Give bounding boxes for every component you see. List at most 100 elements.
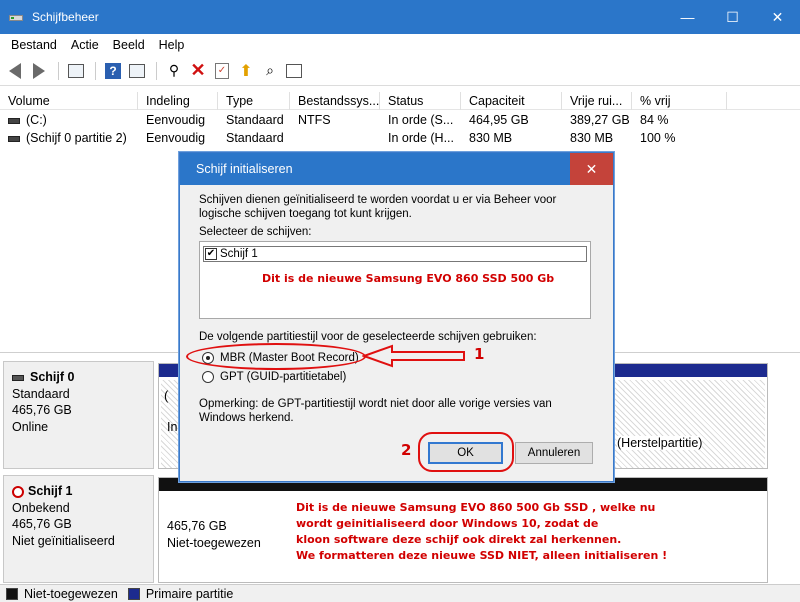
column-percent-vrij[interactable]: % vrij [632,92,727,110]
annotation-line: We formatteren deze nieuwe SSD NIET, all… [296,549,668,562]
table-row[interactable]: (Schijf 0 partitie 2) Eenvoudig Standaar… [0,129,800,147]
cell-capaciteit: 464,95 GB [469,113,529,127]
legend-swatch-primary [127,587,140,600]
annotation-line: kloon software deze schijf ook direkt za… [296,533,622,546]
disk-size: 465,76 GB [12,517,72,531]
cancel-button[interactable]: Annuleren [515,442,593,464]
menu-bar: Bestand Actie Beeld Help [0,34,800,56]
partition-label: ( [164,388,169,403]
annotation-bottom-note: Dit is de nieuwe Samsung EVO 860 500 Gb … [296,500,667,564]
cell-capaciteit: 830 MB [469,131,513,145]
annotation-line: Dit is de nieuwe Samsung EVO 860 500 Gb … [296,501,656,514]
disk-list-item[interactable]: ✔ Schijf 1 [203,246,587,262]
help-icon[interactable]: ? [102,60,124,82]
cell-bestandssysteem [290,129,298,147]
table-row[interactable]: (C:) Eenvoudig Standaard NTFS In orde (S… [0,111,800,129]
cell-type: Standaard [226,131,284,145]
toolbar-separator [95,61,96,80]
legend-bar: Niet-toegewezen Primaire partitie [0,584,800,602]
maximize-button[interactable]: ☐ [710,0,755,34]
check-icon[interactable]: ✓ [211,60,233,82]
gpt-note: Opmerking: de GPT-partitiestijl wordt ni… [199,398,552,424]
unallocated-region[interactable]: 465,76 GB Niet-toegewezen [167,518,261,552]
partition-label: In [167,420,178,434]
cell-vrije-ruimte: 830 MB [570,131,614,145]
column-volume[interactable]: Volume [0,92,138,110]
cell-status: In orde (H... [388,131,454,145]
volume-icon [8,135,20,142]
cell-volume: (C:) [26,113,47,127]
disk-1-label[interactable]: Schijf 1 Onbekend 465,76 GB Niet geïniti… [3,475,154,583]
disk-type: Onbekend [12,500,70,515]
cell-percent-vrij: 100 % [640,131,676,145]
up-icon[interactable]: ⬆ [235,60,257,82]
list-icon[interactable] [283,60,305,82]
disk-name: Schijf 0 [30,370,75,384]
disk-size: 465,76 GB [12,403,72,417]
title-bar: Schijfbeheer — ☐ ✕ [0,0,800,34]
disk-type: Standaard [12,386,70,401]
annotation-marker-1: 1 [474,345,485,363]
disk-0-label[interactable]: Schijf 0 Standaard 465,76 GB Online [3,361,154,469]
disk-checkbox[interactable]: ✔ [205,248,217,260]
view-icon[interactable] [126,60,148,82]
disk-management-icon [8,9,24,25]
window-title: Schijfbeheer [32,10,99,24]
properties-icon[interactable] [65,60,87,82]
toolbar-separator [156,61,157,80]
volume-list-header: Volume Indeling Type Bestandssys... Stat… [0,92,800,110]
select-disks-label: Selecteer de schijven: [199,226,312,238]
minimize-button[interactable]: — [665,0,710,34]
close-button[interactable]: ✕ [755,0,800,34]
dialog-close-button[interactable]: ✕ [570,153,613,185]
disk-listbox[interactable]: ✔ Schijf 1 Dit is de nieuwe Samsung EVO … [199,241,591,319]
back-icon[interactable] [4,60,26,82]
column-indeling[interactable]: Indeling [138,92,218,110]
radio-gpt[interactable]: GPT (GUID-partitietabel) [202,371,346,383]
annotation-ellipse-mbr [186,343,366,370]
legend-primary: Primaire partitie [145,586,234,601]
connect-icon[interactable]: ⚲ [163,60,185,82]
search-icon[interactable]: ⌕ [259,60,281,82]
annotation-ellipse-ok [418,432,514,472]
disk-name: Schijf 1 [28,484,73,498]
dialog-title: Schijf initialiseren [196,162,293,176]
volume-icon [8,117,20,124]
partition-label: (Herstelpartitie) [617,436,703,450]
unallocated-label: Niet-toegewezen [167,536,261,550]
initialize-disk-dialog: Schijf initialiseren ✕ Schijven dienen g… [179,152,614,482]
cell-status: In orde (S... [388,113,454,127]
legend-swatch-unallocated [6,587,18,600]
dialog-title-bar: Schijf initialiseren [180,153,613,185]
menu-bestand[interactable]: Bestand [4,38,64,52]
forward-icon[interactable] [28,60,50,82]
menu-actie[interactable]: Actie [64,38,106,52]
column-vrije-ruimte[interactable]: Vrije rui... [562,92,632,110]
annotation-line: wordt geinitialiseerd door Windows 10, z… [296,517,599,530]
menu-beeld[interactable]: Beeld [106,38,152,52]
dialog-intro: Schijven dienen geïnitialiseerd te worde… [199,194,557,220]
radio-gpt-label: GPT (GUID-partitietabel) [220,371,347,383]
disk-error-icon [12,485,24,498]
delete-icon[interactable]: ✕ [187,60,209,82]
cell-indeling: Eenvoudig [146,131,206,145]
disk-status: Niet geïnitialiseerd [12,533,115,548]
partition-style-label: De volgende partitiestijl voor de gesele… [199,331,537,343]
annotation-marker-2: 2 [401,441,412,459]
toolbar-separator [58,61,59,80]
disk-icon [12,374,24,381]
disk-status: Online [12,419,49,434]
annotation-arrow [362,344,465,368]
column-status[interactable]: Status [380,92,461,110]
disk-item-label: Schijf 1 [220,248,258,260]
partition-recovery[interactable]: (Herstelpartitie) [611,380,765,468]
cell-type: Standaard [226,113,284,127]
column-type[interactable]: Type [218,92,290,110]
cell-volume: (Schijf 0 partitie 2) [26,131,127,145]
toolbar: ? ⚲ ✕ ✓ ⬆ ⌕ [0,56,800,86]
radio-gpt-button[interactable] [202,371,214,383]
column-bestandssysteem[interactable]: Bestandssys... [290,92,380,110]
column-capaciteit[interactable]: Capaciteit [461,92,562,110]
menu-help[interactable]: Help [152,38,192,52]
cell-vrije-ruimte: 389,27 GB [570,113,630,127]
